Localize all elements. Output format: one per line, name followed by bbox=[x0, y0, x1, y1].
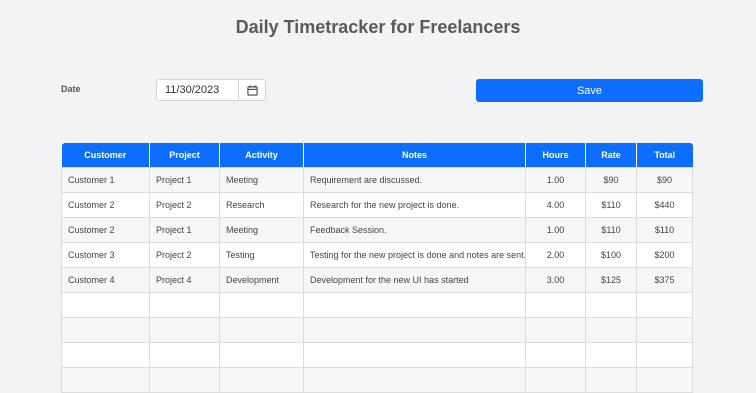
cell-rate[interactable]: $125 bbox=[585, 267, 637, 293]
column-header-project: Project bbox=[149, 143, 220, 168]
cell-customer[interactable]: Customer 4 bbox=[61, 267, 150, 293]
column-header-hours: Hours bbox=[525, 143, 586, 168]
cell-project[interactable]: Project 1 bbox=[149, 217, 220, 243]
column-header-customer: Customer bbox=[61, 143, 150, 168]
cell-total[interactable]: $90 bbox=[636, 167, 693, 193]
date-picker bbox=[156, 79, 266, 101]
cell-rate[interactable] bbox=[585, 317, 637, 343]
cell-total[interactable] bbox=[636, 342, 693, 368]
cell-project[interactable] bbox=[149, 342, 220, 368]
cell-customer[interactable] bbox=[61, 342, 150, 368]
cell-project[interactable] bbox=[149, 367, 220, 393]
cell-customer[interactable]: Customer 2 bbox=[61, 192, 150, 218]
date-input[interactable] bbox=[157, 80, 238, 100]
cell-notes[interactable]: Feedback Session. bbox=[303, 217, 526, 243]
table-row[interactable] bbox=[61, 342, 693, 368]
cell-total[interactable]: $200 bbox=[636, 242, 693, 268]
cell-notes[interactable] bbox=[303, 292, 526, 318]
cell-total[interactable] bbox=[636, 317, 693, 343]
cell-activity[interactable]: Testing bbox=[219, 242, 304, 268]
table-row[interactable]: Customer 2 Project 2 Research Research for … bbox=[61, 192, 693, 218]
table-row[interactable] bbox=[61, 367, 693, 393]
cell-rate[interactable]: $100 bbox=[585, 242, 637, 268]
cell-project[interactable] bbox=[149, 317, 220, 343]
cell-rate[interactable]: $110 bbox=[585, 217, 637, 243]
table-row[interactable] bbox=[61, 292, 693, 318]
cell-customer[interactable] bbox=[61, 292, 150, 318]
cell-project[interactable]: Project 2 bbox=[149, 192, 220, 218]
cell-rate[interactable]: $90 bbox=[585, 167, 637, 193]
cell-project[interactable]: Project 2 bbox=[149, 242, 220, 268]
cell-activity[interactable] bbox=[219, 342, 304, 368]
cell-notes[interactable]: Testing for the new project is done and … bbox=[303, 242, 526, 268]
table-row[interactable]: Customer 2 Project 1 Meeting Feedback Sessi… bbox=[61, 217, 693, 243]
cell-customer[interactable]: Customer 3 bbox=[61, 242, 150, 268]
calendar-icon bbox=[246, 84, 258, 96]
cell-hours[interactable]: 4.00 bbox=[525, 192, 586, 218]
table-header: Customer Project Activity Notes Hours Rate Tot… bbox=[61, 143, 693, 168]
cell-hours[interactable]: 2.00 bbox=[525, 242, 586, 268]
cell-activity[interactable] bbox=[219, 367, 304, 393]
cell-customer[interactable] bbox=[61, 317, 150, 343]
table-row[interactable] bbox=[61, 317, 693, 343]
cell-total[interactable]: $375 bbox=[636, 267, 693, 293]
cell-activity[interactable] bbox=[219, 292, 304, 318]
cell-rate[interactable] bbox=[585, 342, 637, 368]
cell-hours[interactable] bbox=[525, 342, 586, 368]
column-header-activity: Activity bbox=[219, 143, 304, 168]
timesheet-table: Customer Project Activity Notes Hours Rate Tot… bbox=[61, 143, 693, 393]
cell-total[interactable] bbox=[636, 367, 693, 393]
cell-hours[interactable] bbox=[525, 317, 586, 343]
cell-rate[interactable] bbox=[585, 367, 637, 393]
page-title: Daily Timetracker for Freelancers bbox=[235, 17, 521, 37]
cell-notes[interactable] bbox=[303, 317, 526, 343]
cell-rate[interactable]: $110 bbox=[585, 192, 637, 218]
cell-activity[interactable]: Research bbox=[219, 192, 304, 218]
cell-notes[interactable] bbox=[303, 367, 526, 393]
column-header-total: Total bbox=[636, 143, 693, 168]
cell-notes[interactable]: Development for the new UI has started bbox=[303, 267, 526, 293]
cell-total[interactable]: $110 bbox=[636, 217, 693, 243]
cell-total[interactable]: $440 bbox=[636, 192, 693, 218]
table-body: Customer 1 Project 1 Meeting Requirement ar… bbox=[61, 167, 693, 393]
cell-hours[interactable]: 1.00 bbox=[525, 167, 586, 193]
cell-hours[interactable] bbox=[525, 367, 586, 393]
cell-notes[interactable]: Research for the new project is done. bbox=[303, 192, 526, 218]
cell-activity[interactable]: Meeting bbox=[219, 217, 304, 243]
cell-customer[interactable] bbox=[61, 367, 150, 393]
calendar-button[interactable] bbox=[238, 80, 265, 100]
table-row[interactable]: Customer 1 Project 1 Meeting Requirement ar… bbox=[61, 167, 693, 193]
cell-activity[interactable] bbox=[219, 317, 304, 343]
cell-activity[interactable]: Development bbox=[219, 267, 304, 293]
cell-project[interactable] bbox=[149, 292, 220, 318]
cell-customer[interactable]: Customer 1 bbox=[61, 167, 150, 193]
column-header-rate: Rate bbox=[585, 143, 637, 168]
cell-notes[interactable]: Requirement are discussed. bbox=[303, 167, 526, 193]
cell-hours[interactable] bbox=[525, 292, 586, 318]
column-header-notes: Notes bbox=[303, 143, 526, 168]
cell-customer[interactable]: Customer 2 bbox=[61, 217, 150, 243]
cell-hours[interactable]: 3.00 bbox=[525, 267, 586, 293]
cell-hours[interactable]: 1.00 bbox=[525, 217, 586, 243]
cell-notes[interactable] bbox=[303, 342, 526, 368]
save-button[interactable]: Save bbox=[476, 79, 703, 102]
cell-activity[interactable]: Meeting bbox=[219, 167, 304, 193]
table-row[interactable]: Customer 3 Project 2 Testing Testing for th… bbox=[61, 242, 693, 268]
cell-rate[interactable] bbox=[585, 292, 637, 318]
cell-project[interactable]: Project 4 bbox=[149, 267, 220, 293]
cell-project[interactable]: Project 1 bbox=[149, 167, 220, 193]
cell-total[interactable] bbox=[636, 292, 693, 318]
date-label: Date bbox=[61, 84, 81, 94]
table-row[interactable]: Customer 4 Project 4 Development Developmen… bbox=[61, 267, 693, 293]
